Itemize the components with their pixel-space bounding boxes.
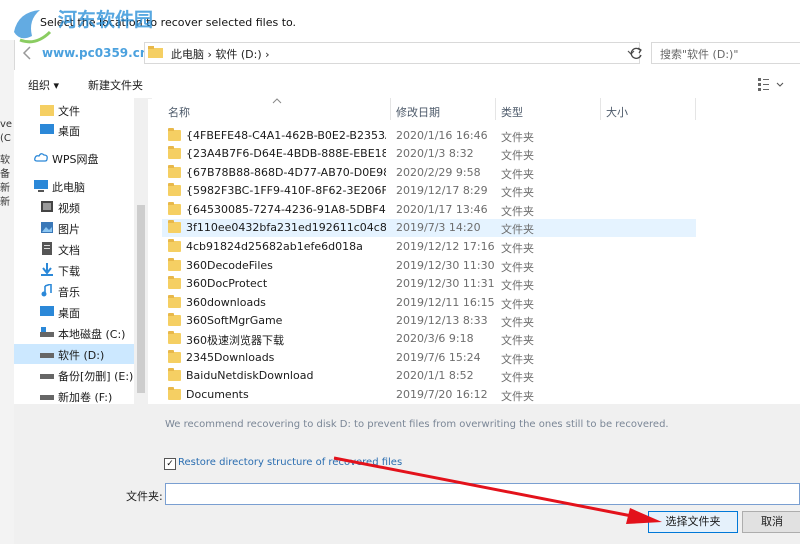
file-row[interactable]: 360downloads 2019/12/11 16:15 文件夹	[162, 294, 696, 312]
nav-scrollbar-thumb[interactable]	[137, 205, 145, 393]
nav-item-music[interactable]: 音乐	[14, 281, 134, 301]
nav-item-desktop-2[interactable]: 桌面	[14, 302, 134, 322]
nav-item-wps[interactable]: WPS网盘	[14, 148, 134, 168]
column-header-size[interactable]: 大小	[606, 104, 628, 120]
folder-icon	[168, 387, 181, 400]
folder-icon	[168, 331, 181, 344]
navigation-pane: 文件 桌面 WPS网盘 此电脑 视频 图片 文档 下载 音乐 桌面 本地磁盘 (…	[14, 98, 148, 404]
folder-icon	[168, 220, 181, 233]
nav-item-drive-c[interactable]: 本地磁盘 (C:)	[14, 323, 134, 343]
bg-fragment: (C	[0, 133, 11, 144]
column-headers: 名称 修改日期 类型 大小	[152, 98, 800, 120]
nav-item-this-pc[interactable]: 此电脑	[14, 176, 134, 196]
nav-item-downloads[interactable]: 下载	[14, 260, 134, 280]
drive-icon	[40, 353, 54, 358]
folder-icon	[168, 295, 181, 308]
back-arrow-icon[interactable]	[18, 44, 38, 62]
desktop-icon	[40, 306, 54, 316]
column-header-date[interactable]: 修改日期	[396, 104, 440, 120]
folder-icon	[40, 105, 54, 116]
file-row[interactable]: {64530085-7274-4236-91A8-5DBF484...2020/…	[162, 201, 696, 219]
watermark-line2: www.pc0359.cn	[42, 46, 148, 60]
nav-item-documents[interactable]: 文档	[14, 239, 134, 259]
refresh-icon[interactable]	[626, 42, 646, 64]
folder-icon	[168, 350, 181, 363]
nav-item-drive-e[interactable]: 备份[勿删] (E:)	[14, 365, 134, 385]
bg-fragment: 软	[0, 155, 10, 166]
folder-icon	[168, 183, 181, 196]
file-row[interactable]: {23A4B7F6-D64E-4BDB-888E-EBE188... 2020/1…	[162, 145, 696, 163]
video-icon	[41, 201, 53, 212]
file-row[interactable]: 360极速浏览器下载 2020/3/6 9:18 文件夹	[162, 330, 696, 348]
bg-fragment: 新	[0, 183, 10, 194]
address-path[interactable]: 此电脑 › 软件 (D:) ›	[171, 46, 270, 62]
file-row[interactable]: 2345Downloads 2019/7/6 15:24 文件夹	[162, 349, 696, 367]
folder-icon	[168, 239, 181, 252]
download-icon	[41, 263, 53, 276]
organize-button[interactable]: 组织 ▾	[28, 77, 59, 93]
watermark-line1: 河东软件园	[58, 8, 153, 31]
music-icon	[41, 284, 52, 297]
file-row[interactable]: {5982F3BC-1FF9-410F-8F62-3E206FAF...2019…	[162, 182, 696, 200]
file-row[interactable]: 360DecodeFiles 2019/12/30 11:30 文件夹	[162, 257, 696, 275]
file-row[interactable]: {67B78B88-868D-4D77-AB70-D0E988... 2020/2…	[162, 164, 696, 182]
toolbar: 组织 ▾ 新建文件夹	[14, 70, 800, 99]
file-row[interactable]: BaiduNetdiskDownload 2020/1/1 8:52 文件夹	[162, 367, 696, 385]
folder-label: 文件夹:	[126, 490, 163, 503]
background-window: ve (C 软 备 新 新	[0, 40, 15, 544]
recommendation-text: We recommend recovering to disk D: to pr…	[165, 419, 669, 430]
folder-icon	[168, 313, 181, 326]
folder-icon	[168, 202, 181, 215]
restore-structure-checkbox[interactable]: ✓	[164, 458, 176, 470]
folder-icon	[168, 165, 181, 178]
file-row[interactable]: {4FBEFE48-C4A1-462B-B0E2-B2353A3...2020/…	[162, 127, 696, 145]
file-row-hovered[interactable]: 3f110ee0432bfa231ed192611c04c882 2019/7/3…	[162, 219, 696, 237]
folder-icon	[148, 46, 163, 58]
cancel-button[interactable]: 取消	[742, 511, 800, 533]
nav-item-files[interactable]: 文件	[14, 100, 134, 120]
new-folder-button[interactable]: 新建文件夹	[88, 77, 143, 93]
folder-icon	[168, 258, 181, 271]
folder-icon	[168, 276, 181, 289]
nav-item-videos[interactable]: 视频	[14, 197, 134, 217]
search-input[interactable]: 搜索"软件 (D:)"	[651, 42, 800, 64]
bg-fragment: ve	[0, 119, 13, 130]
nav-item-desktop[interactable]: 桌面	[14, 120, 134, 140]
annotation-arrow	[333, 456, 662, 524]
folder-icon	[168, 128, 181, 141]
cloud-icon	[34, 153, 48, 162]
file-row[interactable]: 360SoftMgrGame 2019/12/13 8:33 文件夹	[162, 312, 696, 330]
bg-fragment: 备	[0, 169, 10, 180]
computer-icon	[34, 180, 48, 192]
nav-item-drive-d[interactable]: 软件 (D:)	[14, 344, 134, 364]
search-placeholder: 搜索"软件 (D:)"	[660, 48, 739, 61]
nav-item-pictures[interactable]: 图片	[14, 218, 134, 238]
nav-item-drive-f[interactable]: 新加卷 (F:)	[14, 386, 134, 406]
drive-icon	[40, 374, 54, 379]
view-options-icon[interactable]	[757, 76, 787, 92]
folder-icon	[168, 368, 181, 381]
folder-icon	[168, 146, 181, 159]
drive-icon	[40, 395, 54, 400]
address-bar[interactable]: 此电脑 › 软件 (D:) ›	[144, 42, 624, 64]
column-header-type[interactable]: 类型	[501, 104, 523, 120]
picture-icon	[41, 222, 53, 233]
document-icon	[42, 242, 52, 255]
sort-up-icon	[272, 98, 282, 104]
drive-icon	[40, 327, 54, 337]
column-header-name[interactable]: 名称	[168, 104, 190, 120]
file-row[interactable]: 360DocProtect 2019/12/30 11:31 文件夹	[162, 275, 696, 293]
bg-fragment: 新	[0, 197, 10, 208]
file-row[interactable]: 4cb91824d25682ab1efe6d018a 2019/12/12 17:…	[162, 238, 696, 256]
file-row[interactable]: Documents 2019/7/20 16:12 文件夹	[162, 386, 696, 404]
desktop-icon	[40, 124, 54, 134]
